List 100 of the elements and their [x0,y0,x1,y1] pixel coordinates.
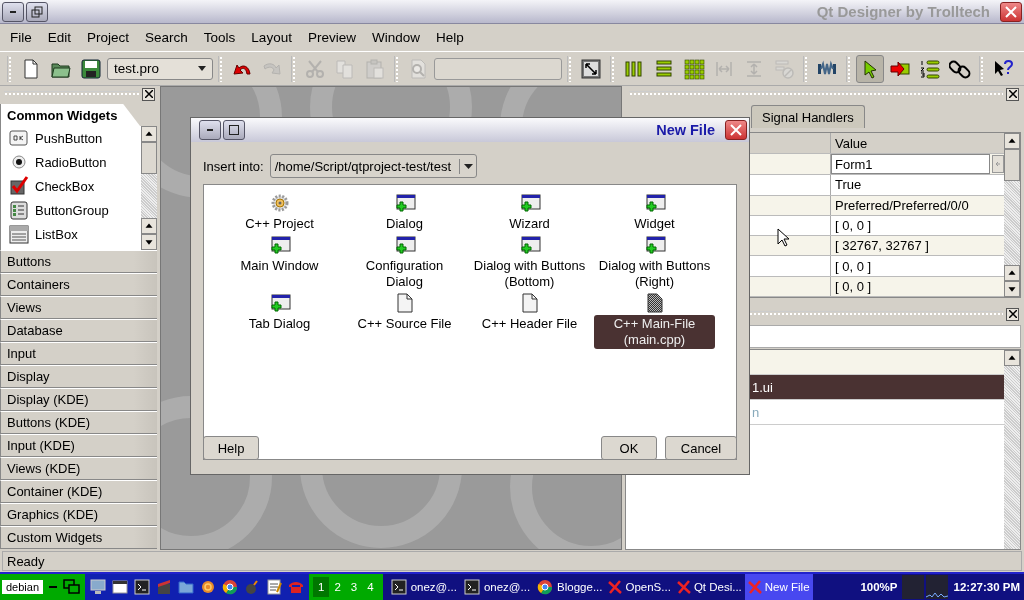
x-icon [747,580,762,594]
monitor-icon[interactable] [89,578,108,596]
toolbox-tab[interactable]: Display (KDE) [0,388,157,411]
template-item[interactable]: C++ Main-File (main.cpp) [594,315,715,349]
menu-item[interactable]: Edit [39,30,80,45]
form-window-icon [393,235,416,255]
task-button[interactable]: onez@... [459,574,534,600]
menu-item[interactable]: Help [427,30,472,45]
window-icon[interactable] [111,578,130,596]
terminal-icon [389,578,408,596]
toolbox-tab[interactable]: Container (KDE) [0,480,157,503]
scrollbar[interactable] [1004,350,1020,549]
clipboard-icon [364,57,386,80]
toolbox-tab[interactable]: Input [0,342,157,365]
template-item[interactable]: Dialog with Buttons (Right) [594,257,715,291]
task-button[interactable]: Qt Desi... [673,574,745,600]
filter-field[interactable] [749,325,1021,348]
reset-button[interactable] [992,155,1004,174]
template-item[interactable]: C++ Source File [354,315,455,333]
x-icon [608,580,623,594]
toolbox-tab[interactable]: Common Widgets [0,104,140,126]
menu-item[interactable]: Preview [299,30,364,45]
path-combo[interactable]: /home/Script/qtproject-test/test [269,154,477,178]
column-header[interactable]: Value [831,133,1004,154]
template-item[interactable]: C++ Header File [478,315,581,333]
restore-icon [31,5,43,18]
minimize-icon [10,10,16,13]
template-item[interactable]: Configuration Dialog [344,257,465,291]
form-window-icon [268,235,291,255]
menu-item[interactable]: Tools [195,30,244,45]
close-button[interactable] [1000,1,1022,22]
toolbox-entry[interactable]: PushButton [9,126,141,150]
toolbox-tab[interactable]: Containers [0,273,157,296]
dropdown-arrow-icon [463,163,473,169]
browser-icon[interactable] [221,578,240,596]
windows-icon[interactable] [63,579,82,595]
start-button[interactable]: debian [2,580,44,594]
template-item[interactable]: C++ Project [242,215,317,233]
task-button[interactable]: New File [744,574,813,600]
scroll-thumb[interactable] [1004,149,1020,181]
minimize-button[interactable] [199,120,221,140]
tab[interactable]: Signal Handlers [751,105,865,128]
copy-icon [334,57,356,80]
scroll-thumb[interactable] [141,142,157,174]
toolbox-tab[interactable]: Buttons (KDE) [0,411,157,434]
task-button[interactable]: OpenS... [605,574,674,600]
template-item[interactable]: Wizard [506,215,553,233]
table-cell-text: [ 0, 0 ] [834,277,873,296]
maximize-button[interactable] [223,120,245,140]
task-button[interactable]: Blogge... [533,574,606,600]
resize-icon [580,57,602,80]
maximize-icon [228,124,240,136]
toolbox-entry[interactable]: ListBox [9,222,141,246]
workspace-button[interactable]: 1 [313,577,330,597]
close-button[interactable] [142,87,155,101]
toolbox-entry[interactable]: ButtonGroup [9,198,141,222]
minimize-button[interactable] [2,1,24,22]
project-combo[interactable]: test.pro [107,57,213,80]
help-button[interactable]: Help [203,436,259,460]
window-title: Qt Designer by Trolltech [816,3,990,20]
dialog-button[interactable]: Cancel [665,436,737,460]
terminal-icon[interactable] [133,578,152,596]
menu-item[interactable]: Search [137,30,196,45]
toolbox-entry[interactable]: RadioButton [9,150,141,174]
value-field[interactable]: Form1 [831,154,990,175]
x-icon [676,580,691,594]
task-button[interactable]: onez@... [386,574,460,600]
toolbox-tab[interactable]: Buttons [0,250,157,273]
menu-item[interactable]: Window [363,30,428,45]
table-cell-text: [ 0, 0 ] [834,257,873,276]
form-window-icon [268,293,291,313]
scrollbar[interactable] [141,126,157,250]
template-item[interactable]: Dialog [383,215,426,233]
menu-item[interactable]: File [2,30,40,45]
toolbox-entry[interactable]: CheckBox [9,174,141,198]
close-button[interactable] [1006,87,1019,101]
notepad-icon[interactable] [265,578,284,596]
menu-item[interactable]: Layout [243,30,300,45]
toolbox-tab[interactable]: Custom Widgets [0,526,157,549]
template-item[interactable]: Dialog with Buttons (Bottom) [469,257,590,291]
table-cell-text: True [834,176,863,195]
restore-button[interactable] [26,1,48,22]
dialog-button[interactable]: OK [601,436,657,460]
minimize-icon[interactable] [49,586,58,588]
toolbox-tab[interactable]: Database [0,319,157,342]
form-window-icon [643,193,666,213]
toolbox-tab[interactable]: Display [0,365,157,388]
toolbox-tab[interactable]: Views [0,296,157,319]
list-item[interactable]: 1.ui [749,375,1004,400]
template-item[interactable]: Main Window [237,257,322,275]
template-item[interactable]: Tab Dialog [245,315,314,333]
menu-item[interactable]: Project [79,30,138,45]
close-button[interactable] [725,120,747,140]
toolbox-tab[interactable]: Views (KDE) [0,457,157,480]
scrollbar[interactable] [1004,133,1020,297]
toolbox-tab[interactable]: Graphics (KDE) [0,503,157,526]
folder-icon[interactable] [177,578,196,596]
template-item[interactable]: Widget [631,215,678,233]
close-button[interactable] [1006,307,1019,321]
toolbox-tab[interactable]: Input (KDE) [0,434,157,457]
